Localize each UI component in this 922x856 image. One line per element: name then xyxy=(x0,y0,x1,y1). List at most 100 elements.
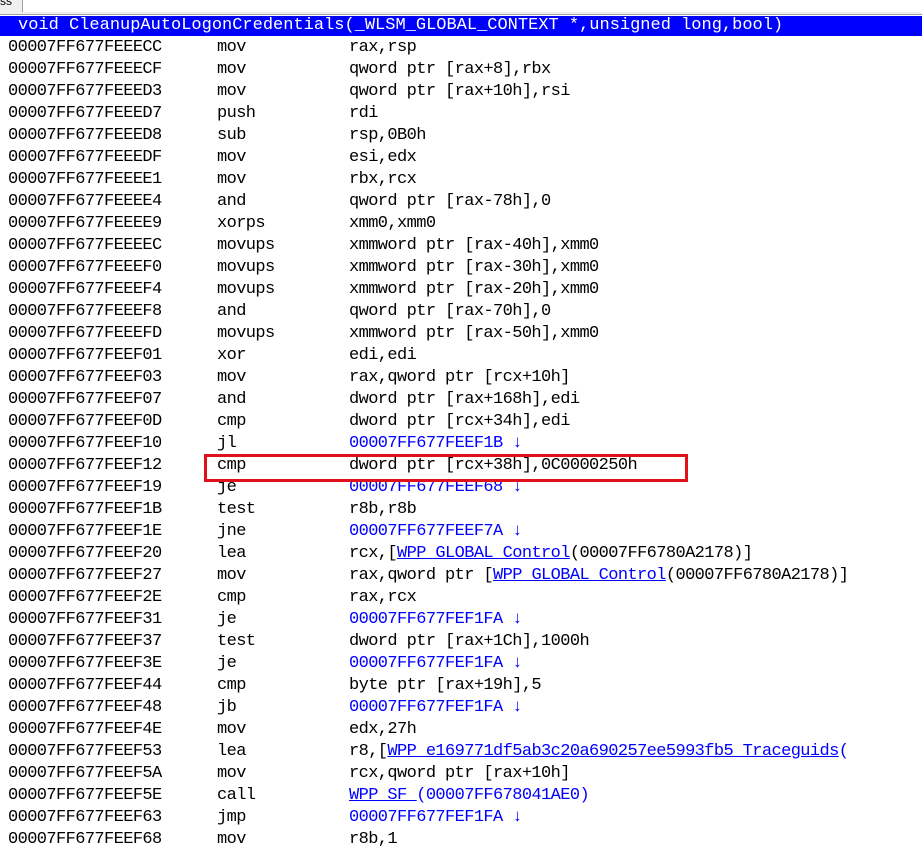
instruction-operands: rax,rcx xyxy=(349,587,417,609)
instruction-address: 00007FF677FEEECC xyxy=(8,38,162,57)
instruction-row[interactable]: 00007FF677FEEF20 lea rcx,[WPP_GLOBAL_Contr… xyxy=(0,543,922,565)
operand-text: qword ptr [rax-70h],0 xyxy=(349,302,551,321)
instruction-operands: r8b,1 xyxy=(349,829,398,851)
address-input[interactable] xyxy=(22,0,922,12)
instruction-mnemonic: call xyxy=(217,786,256,805)
instruction-operands: dword ptr [rax+168h],edi xyxy=(349,389,580,411)
jump-target-link[interactable]: (00007FF678041AE0) xyxy=(416,786,589,805)
instruction-row[interactable]: 00007FF677FEEF07 and dword ptr [rax+168h],… xyxy=(0,389,922,411)
jump-target-link[interactable]: 00007FF677FEF1FA ↓ xyxy=(349,808,522,827)
instruction-row[interactable]: 00007FF677FEEECC mov rax,rsp xyxy=(0,37,922,59)
instruction-row-highlighted[interactable]: 00007FF677FEEF12 cmp dword ptr [rcx+38h],0… xyxy=(0,455,922,477)
instruction-row[interactable]: 00007FF677FEEF2E cmp rax,rcx xyxy=(0,587,922,609)
instruction-row[interactable]: 00007FF677FEEF3E je 00007FF677FEF1FA ↓ xyxy=(0,653,922,675)
instruction-operands: rax,rsp xyxy=(349,37,417,59)
jump-target-link[interactable]: ( xyxy=(839,742,849,761)
instruction-mnemonic: jl xyxy=(217,434,237,453)
instruction-address: 00007FF677FEEF1B xyxy=(8,500,162,519)
instruction-address: 00007FF677FEEF53 xyxy=(8,742,162,761)
instruction-row[interactable]: 00007FF677FEEF4E mov edx,27h xyxy=(0,719,922,741)
instruction-mnemonic: xor xyxy=(217,346,246,365)
instruction-mnemonic: movups xyxy=(217,324,275,343)
instruction-row[interactable]: 00007FF677FEEEFD movups xmmword ptr [rax-5… xyxy=(0,323,922,345)
instruction-address: 00007FF677FEEF2E xyxy=(8,588,162,607)
operand-text: dword ptr [rcx+34h],edi xyxy=(349,412,570,431)
instruction-address: 00007FF677FEEF20 xyxy=(8,544,162,563)
instruction-operands: rax,qword ptr [rcx+10h] xyxy=(349,367,570,389)
instruction-row[interactable]: 00007FF677FEEF5A mov rcx,qword ptr [rax+10… xyxy=(0,763,922,785)
operand-text: rax,rsp xyxy=(349,38,417,57)
instruction-address: 00007FF677FEEF68 xyxy=(8,830,162,849)
instruction-row[interactable]: 00007FF677FEEF1B test r8b,r8b xyxy=(0,499,922,521)
instruction-mnemonic: movups xyxy=(217,236,275,255)
instruction-address: 00007FF677FEEF10 xyxy=(8,434,162,453)
instruction-row[interactable]: 00007FF677FEEEF4 movups xmmword ptr [rax-2… xyxy=(0,279,922,301)
instruction-row[interactable]: 00007FF677FEEF68 mov r8b,1 xyxy=(0,829,922,851)
instruction-row[interactable]: 00007FF677FEEED8 sub rsp,0B0h xyxy=(0,125,922,147)
instruction-row[interactable]: 00007FF677FEEF0D cmp dword ptr [rcx+34h],e… xyxy=(0,411,922,433)
operand-text: dword ptr [rax+168h],edi xyxy=(349,390,580,409)
instruction-row[interactable]: 00007FF677FEEF10 jl 00007FF677FEEF1B ↓ xyxy=(0,433,922,455)
operand-text: qword ptr [rax+8],rbx xyxy=(349,60,551,79)
instruction-operands: rbx,rcx xyxy=(349,169,417,191)
instruction-row[interactable]: 00007FF677FEEEE1 mov rbx,rcx xyxy=(0,169,922,191)
jump-target-link[interactable]: 00007FF677FEF1FA ↓ xyxy=(349,654,522,673)
instruction-row[interactable]: 00007FF677FEEF48 jb 00007FF677FEF1FA ↓ xyxy=(0,697,922,719)
instruction-row[interactable]: 00007FF677FEEF37 test dword ptr [rax+1Ch],… xyxy=(0,631,922,653)
operand-text: esi,edx xyxy=(349,148,417,167)
instruction-address: 00007FF677FEEED7 xyxy=(8,104,162,123)
instruction-operands: 00007FF677FEF1FA ↓ xyxy=(349,609,522,631)
instruction-mnemonic: jb xyxy=(217,698,237,717)
instruction-row[interactable]: 00007FF677FEEF01 xor edi,edi xyxy=(0,345,922,367)
jump-target-link[interactable]: 00007FF677FEEF68 ↓ xyxy=(349,478,522,497)
instruction-row[interactable]: 00007FF677FEEF63 jmp 00007FF677FEF1FA ↓ xyxy=(0,807,922,829)
instruction-row[interactable]: 00007FF677FEEF19 je 00007FF677FEEF68 ↓ xyxy=(0,477,922,499)
jump-target-link[interactable]: 00007FF677FEF1FA ↓ xyxy=(349,610,522,629)
symbol-link[interactable]: WPP_SF_ xyxy=(349,786,417,805)
instruction-row[interactable]: 00007FF677FEEF44 cmp byte ptr [rax+19h],5 xyxy=(0,675,922,697)
instruction-operands: xmmword ptr [rax-40h],xmm0 xyxy=(349,235,599,257)
instruction-row[interactable]: 00007FF677FEEF31 je 00007FF677FEF1FA ↓ xyxy=(0,609,922,631)
jump-target-link[interactable]: 00007FF677FEEF7A ↓ xyxy=(349,522,522,541)
symbol-link[interactable]: WPP_GLOBAL_Control xyxy=(493,566,666,585)
instruction-row[interactable]: 00007FF677FEEEEC movups xmmword ptr [rax-4… xyxy=(0,235,922,257)
instruction-address: 00007FF677FEEF12 xyxy=(8,456,162,475)
instruction-row[interactable]: 00007FF677FEEF5E call WPP_SF_(00007FF67804… xyxy=(0,785,922,807)
instruction-address: 00007FF677FEEEF4 xyxy=(8,280,162,299)
instruction-operands: edi,edi xyxy=(349,345,417,367)
disassembly-listing[interactable]: 00007FF677FEEECC mov rax,rsp 00007FF677FEEE… xyxy=(0,37,922,851)
instruction-operands: rax,qword ptr [WPP_GLOBAL_Control(00007F… xyxy=(349,565,849,587)
symbol-link[interactable]: WPP_GLOBAL_Control xyxy=(397,544,570,563)
instruction-row[interactable]: 00007FF677FEEED3 mov qword ptr [rax+10h],r… xyxy=(0,81,922,103)
instruction-address: 00007FF677FEEF37 xyxy=(8,632,162,651)
instruction-operands: qword ptr [rax-78h],0 xyxy=(349,191,551,213)
jump-target-link[interactable]: 00007FF677FEEF1B ↓ xyxy=(349,434,522,453)
instruction-row[interactable]: 00007FF677FEEEE9 xorps xmm0,xmm0 xyxy=(0,213,922,235)
jump-target-link[interactable]: 00007FF677FEF1FA ↓ xyxy=(349,698,522,717)
operand-text: r8,[ xyxy=(349,742,388,761)
instruction-row[interactable]: 00007FF677FEEEF8 and qword ptr [rax-70h],0 xyxy=(0,301,922,323)
instruction-row[interactable]: 00007FF677FEEF53 lea r8,[WPP_e169771df5ab3… xyxy=(0,741,922,763)
symbol-link[interactable]: WPP_e169771df5ab3c20a690257ee5993fb5_Tra… xyxy=(387,742,839,761)
instruction-operands: r8,[WPP_e169771df5ab3c20a690257ee5993fb5… xyxy=(349,741,849,763)
instruction-address: 00007FF677FEEEE9 xyxy=(8,214,162,233)
instruction-mnemonic: lea xyxy=(217,742,246,761)
instruction-row[interactable]: 00007FF677FEEF03 mov rax,qword ptr [rcx+10… xyxy=(0,367,922,389)
operand-text: xmm0,xmm0 xyxy=(349,214,436,233)
instruction-address: 00007FF677FEEF03 xyxy=(8,368,162,387)
instruction-mnemonic: and xyxy=(217,192,246,211)
instruction-row[interactable]: 00007FF677FEEF1E jne 00007FF677FEEF7A ↓ xyxy=(0,521,922,543)
instruction-mnemonic: mov xyxy=(217,38,246,57)
operand-text: edx,27h xyxy=(349,720,417,739)
instruction-address: 00007FF677FEEEF0 xyxy=(8,258,162,277)
instruction-address: 00007FF677FEEF4E xyxy=(8,720,162,739)
instruction-row[interactable]: 00007FF677FEEED7 push rdi xyxy=(0,103,922,125)
instruction-row[interactable]: 00007FF677FEEEDF mov esi,edx xyxy=(0,147,922,169)
instruction-address: 00007FF677FEEF01 xyxy=(8,346,162,365)
instruction-row[interactable]: 00007FF677FEEF27 mov rax,qword ptr [WPP_GL… xyxy=(0,565,922,587)
instruction-address: 00007FF677FEEF19 xyxy=(8,478,162,497)
instruction-row[interactable]: 00007FF677FEEECF mov qword ptr [rax+8],rbx xyxy=(0,59,922,81)
instruction-address: 00007FF677FEEEE4 xyxy=(8,192,162,211)
instruction-row[interactable]: 00007FF677FEEEE4 and qword ptr [rax-78h],0 xyxy=(0,191,922,213)
instruction-row[interactable]: 00007FF677FEEEF0 movups xmmword ptr [rax-3… xyxy=(0,257,922,279)
